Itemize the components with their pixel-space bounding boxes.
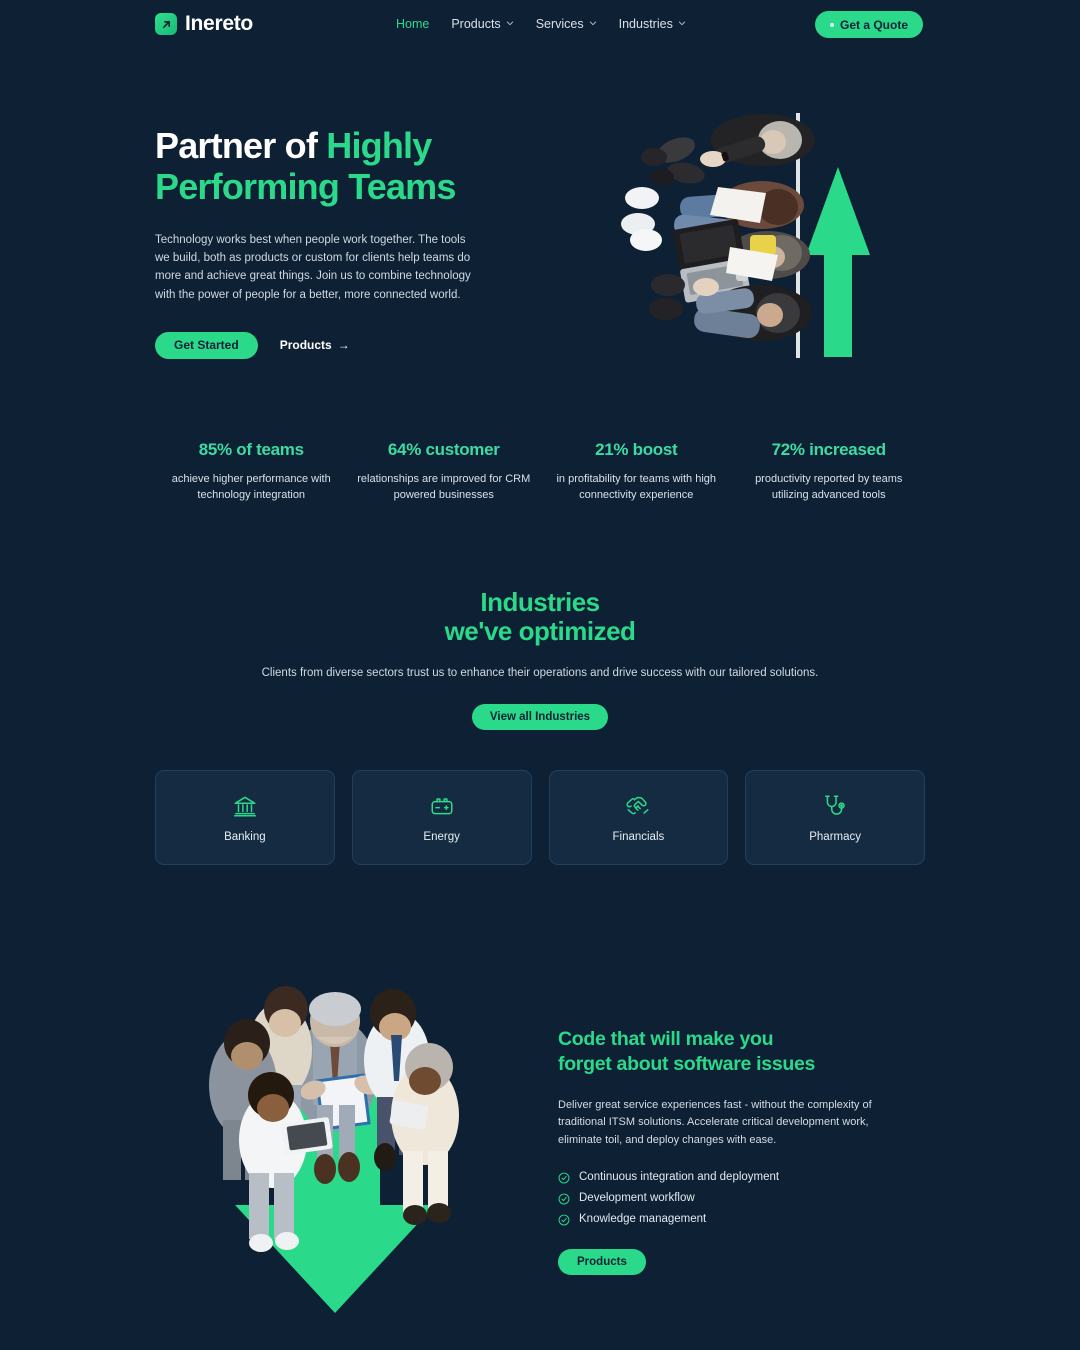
- industry-card-label: Banking: [224, 830, 266, 843]
- chevron-down-icon: [589, 19, 597, 27]
- main-nav: Home Products Services Industries: [396, 17, 708, 31]
- site-header: Inereto Home Products Services Industrie…: [0, 0, 1080, 50]
- industries-header: Industries we've optimized Clients from …: [0, 588, 1080, 731]
- industry-card-energy[interactable]: Energy: [351, 770, 532, 865]
- get-started-button[interactable]: Get Started: [155, 331, 258, 359]
- team-circle-illustration: [209, 986, 459, 1313]
- code-title-line1: Code that will make you: [558, 1028, 774, 1050]
- chevron-down-icon: [678, 19, 686, 27]
- code-section-image: [185, 955, 485, 1315]
- code-section-title: Code that will make you forget about sof…: [558, 1027, 918, 1077]
- check-circle-icon: [558, 1213, 570, 1226]
- feature-label: Knowledge management: [579, 1213, 707, 1226]
- nav-label: Home: [396, 17, 430, 31]
- landing-page: Inereto Home Products Services Industrie…: [0, 0, 1080, 1350]
- products-button[interactable]: Products: [558, 1249, 646, 1276]
- stat-item: 85% of teams achieve higher performance …: [155, 440, 348, 504]
- list-item: Knowledge management: [558, 1213, 918, 1226]
- stat-value: 21% boost: [595, 440, 678, 459]
- stat-description: relationships are improved for CRM power…: [357, 473, 531, 501]
- nav-item-industries[interactable]: Industries: [619, 17, 686, 31]
- hero-illustration: [621, 113, 870, 358]
- stat-description: in profitability for teams with high con…: [556, 473, 717, 501]
- industry-card-pharmacy[interactable]: Pharmacy: [745, 770, 925, 865]
- hero-cta-group: Get Started Products →: [155, 331, 500, 359]
- industry-card-label: Energy: [423, 830, 460, 843]
- stats-row: 85% of teams achieve higher performance …: [155, 440, 925, 504]
- industry-card-label: Financials: [612, 830, 665, 843]
- nav-label: Services: [535, 17, 584, 31]
- stat-value: 72% increased: [771, 440, 887, 459]
- list-item: Development workflow: [558, 1192, 918, 1205]
- chevron-down-icon: [506, 19, 514, 27]
- hero-title-part-1: Partner of: [155, 125, 327, 166]
- industries-title-line2: we've optimized: [444, 615, 636, 646]
- code-title-line2: forget about software issues: [558, 1052, 816, 1075]
- products-link[interactable]: Products →: [280, 338, 350, 352]
- stat-value: 85% of teams: [198, 440, 304, 459]
- nav-item-home[interactable]: Home: [396, 17, 429, 31]
- check-circle-icon: [558, 1192, 570, 1205]
- logo-text: Inereto: [185, 12, 253, 35]
- list-item: Continuous integration and deployment: [558, 1171, 918, 1184]
- stat-value: 64% customer: [387, 440, 500, 459]
- code-section-copy: Code that will make you forget about sof…: [558, 1027, 918, 1276]
- code-section-paragraph: Deliver great service experiences fast -…: [558, 1098, 872, 1146]
- arrow-logo-icon: [155, 13, 177, 35]
- battery-icon: [429, 793, 455, 819]
- products-link-label: Products: [279, 338, 332, 353]
- check-circle-icon: [558, 1171, 570, 1184]
- feature-list: Continuous integration and deployment De…: [558, 1171, 918, 1226]
- nav-item-products[interactable]: Products: [451, 17, 513, 31]
- view-all-industries-button[interactable]: View all Industries: [471, 704, 609, 731]
- bank-icon: [232, 793, 258, 819]
- hero-paragraph: Technology works best when people work t…: [155, 234, 471, 301]
- stat-description: productivity reported by teams utilizing…: [755, 473, 903, 501]
- arrow-right-icon: →: [337, 338, 350, 353]
- industry-card-financials[interactable]: Financials: [548, 770, 729, 865]
- sparkle-dot-icon: [829, 22, 834, 27]
- feature-label: Continuous integration and deployment: [579, 1171, 780, 1184]
- feature-label: Development workflow: [579, 1192, 695, 1205]
- nav-label: Products: [451, 17, 501, 31]
- industries-subtitle: Clients from diverse sectors trust us to…: [261, 667, 819, 680]
- stat-item: 21% boost in profitability for teams wit…: [540, 440, 733, 504]
- nav-item-services[interactable]: Services: [536, 17, 597, 31]
- industries-title-line1: Industries: [480, 587, 600, 617]
- hero-title-part-3: Performing Teams: [155, 166, 456, 208]
- industries-title: Industries we've optimized: [0, 588, 1080, 645]
- stat-item: 64% customer relationships are improved …: [348, 440, 541, 504]
- page-title: Partner of Highly Performing Teams: [155, 125, 500, 207]
- hero-title-part-2: Highly: [326, 125, 432, 166]
- nav-label: Industries: [618, 17, 673, 31]
- quote-button-label: Get a Quote: [839, 17, 908, 32]
- stat-item: 72% increased productivity reported by t…: [733, 440, 926, 504]
- hero-copy: Partner of Highly Performing Teams Techn…: [155, 125, 500, 359]
- hero-image: [610, 95, 900, 380]
- industries-card-grid: Banking Energy Financials Pharmacy: [155, 770, 925, 865]
- industry-card-label: Pharmacy: [809, 830, 862, 843]
- stat-description: achieve higher performance with technolo…: [171, 473, 331, 501]
- logo[interactable]: Inereto: [155, 12, 253, 36]
- get-a-quote-button[interactable]: Get a Quote: [814, 11, 923, 38]
- handshake-icon: [625, 793, 651, 819]
- industry-card-banking[interactable]: Banking: [155, 770, 335, 865]
- stethoscope-icon: [822, 793, 848, 819]
